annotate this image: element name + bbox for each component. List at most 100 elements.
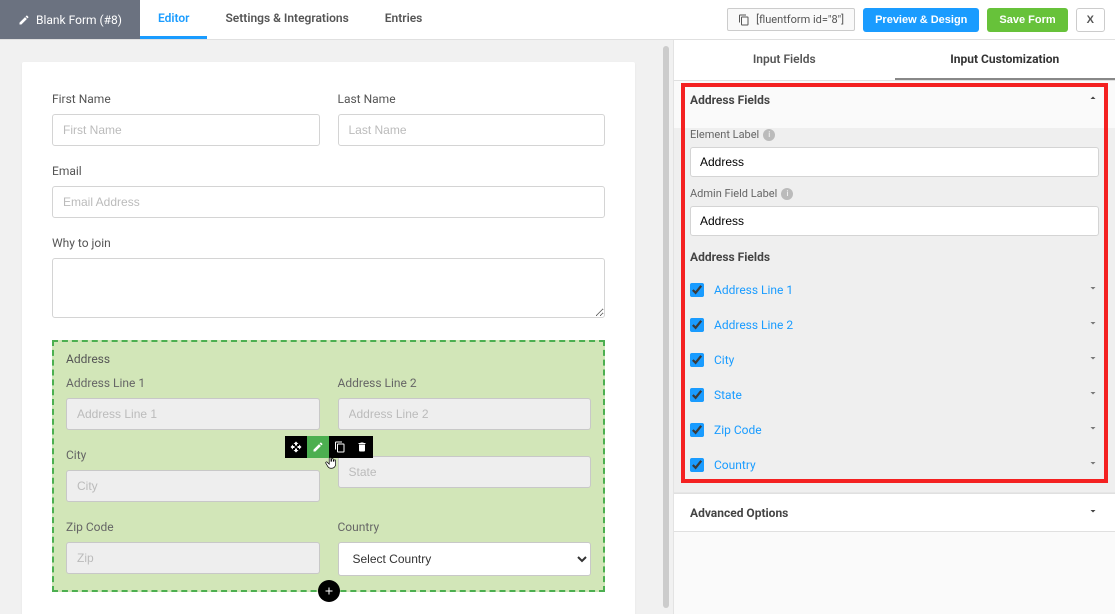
first-name-label: First Name: [52, 92, 320, 106]
first-name-field: First Name: [52, 92, 320, 146]
top-bar-left: Blank Form (#8) Editor Settings & Integr…: [0, 0, 440, 39]
address-field-checkbox[interactable]: [690, 388, 704, 402]
tab-input-fields[interactable]: Input Fields: [674, 40, 895, 80]
last-name-input[interactable]: [338, 114, 606, 146]
address-field-link[interactable]: City: [714, 353, 1077, 367]
sidebar-tabs: Input Fields Input Customization: [674, 40, 1115, 81]
address-fields-subheading: Address Fields: [690, 250, 1099, 264]
info-icon[interactable]: i: [781, 188, 793, 200]
copy-icon: [334, 441, 346, 453]
edit-button[interactable]: [307, 436, 329, 458]
copy-button[interactable]: [329, 436, 351, 458]
pencil-icon: [18, 14, 30, 26]
main-wrap: First Name Last Name Email Why to join A…: [0, 40, 1115, 614]
why-textarea[interactable]: [52, 258, 605, 318]
add-field-button[interactable]: [318, 580, 340, 602]
tab-input-customization[interactable]: Input Customization: [895, 40, 1115, 80]
address-field-row: Country: [690, 447, 1099, 482]
pencil-icon: [312, 441, 324, 453]
copy-icon: [738, 14, 750, 26]
top-bar: Blank Form (#8) Editor Settings & Integr…: [0, 0, 1115, 40]
address-field-row: Address Line 2: [690, 307, 1099, 342]
last-name-field: Last Name: [338, 92, 606, 146]
element-label-input[interactable]: [690, 147, 1099, 177]
plus-icon: [323, 585, 335, 597]
zip-label: Zip Code: [66, 520, 320, 534]
block-toolbar: [285, 436, 373, 458]
info-icon[interactable]: i: [763, 129, 775, 141]
tab-entries[interactable]: Entries: [367, 0, 441, 39]
address-field-link[interactable]: State: [714, 388, 1077, 402]
address-field-checkbox[interactable]: [690, 458, 704, 472]
top-bar-right: [fluentform id="8"] Preview & Design Sav…: [727, 8, 1115, 32]
last-name-label: Last Name: [338, 92, 606, 106]
address-line2-label: Address Line 2: [338, 376, 592, 390]
admin-label-input[interactable]: [690, 206, 1099, 236]
country-select[interactable]: Select Country: [338, 542, 592, 576]
panel-advanced: Advanced Options: [674, 493, 1115, 532]
email-field: Email: [52, 164, 605, 218]
form-name-text: Blank Form (#8): [36, 13, 122, 27]
editor-column: First Name Last Name Email Why to join A…: [0, 40, 657, 614]
country-label: Country: [338, 520, 592, 534]
why-field: Why to join: [52, 236, 605, 322]
shortcode-box[interactable]: [fluentform id="8"]: [727, 8, 855, 31]
city-input[interactable]: [66, 470, 320, 502]
city-label: City: [66, 448, 320, 462]
panel-advanced-title: Advanced Options: [690, 506, 788, 520]
sidebar: Input Fields Input Customization Address…: [673, 40, 1115, 614]
panel-address-title: Address Fields: [690, 93, 770, 107]
chevron-down-icon[interactable]: [1087, 387, 1099, 402]
email-input[interactable]: [52, 186, 605, 218]
delete-button[interactable]: [351, 436, 373, 458]
shortcode-text: [fluentform id="8"]: [756, 13, 844, 26]
first-name-input[interactable]: [52, 114, 320, 146]
why-label: Why to join: [52, 236, 605, 250]
address-line1-input[interactable]: [66, 398, 320, 430]
address-field-row: Zip Code: [690, 412, 1099, 447]
element-label-caption: Element Label i: [690, 128, 1099, 141]
address-field-link[interactable]: Zip Code: [714, 423, 1077, 437]
address-block[interactable]: Address Address Line 1 Address Line 2 Ci…: [52, 340, 605, 592]
tab-editor[interactable]: Editor: [140, 0, 208, 39]
chevron-down-icon[interactable]: [1087, 317, 1099, 332]
address-field-checkbox[interactable]: [690, 423, 704, 437]
address-line1-label: Address Line 1: [66, 376, 320, 390]
address-title: Address: [66, 352, 591, 366]
address-fields-list: Address Line 1 Address Line 2 City State Zip…: [690, 272, 1099, 482]
address-field-link[interactable]: Country: [714, 458, 1077, 472]
chevron-down-icon: [1087, 505, 1099, 520]
email-label: Email: [52, 164, 605, 178]
panel-address-header[interactable]: Address Fields: [674, 81, 1115, 118]
chevron-down-icon[interactable]: [1087, 352, 1099, 367]
address-field-link[interactable]: Address Line 1: [714, 283, 1077, 297]
address-field-row: State: [690, 377, 1099, 412]
panel-address-body: Element Label i Admin Field Label i Addr…: [674, 128, 1115, 492]
panel-advanced-header[interactable]: Advanced Options: [674, 494, 1115, 531]
chevron-up-icon: [1087, 92, 1099, 107]
panel-address-fields: Address Fields Element Label i Admin Fie…: [674, 81, 1115, 493]
preview-button[interactable]: Preview & Design: [863, 8, 979, 32]
address-field-checkbox[interactable]: [690, 283, 704, 297]
trash-icon: [356, 441, 368, 453]
address-line2-input[interactable]: [338, 398, 592, 430]
address-field-checkbox[interactable]: [690, 318, 704, 332]
address-field-checkbox[interactable]: [690, 353, 704, 367]
save-button[interactable]: Save Form: [987, 8, 1067, 32]
chevron-down-icon[interactable]: [1087, 422, 1099, 437]
close-button[interactable]: X: [1076, 8, 1105, 32]
chevron-down-icon[interactable]: [1087, 282, 1099, 297]
move-button[interactable]: [285, 436, 307, 458]
move-icon: [290, 441, 302, 453]
address-field-row: Address Line 1: [690, 272, 1099, 307]
panel-drag-handle[interactable]: [657, 40, 673, 614]
zip-input[interactable]: [66, 542, 320, 574]
chevron-down-icon[interactable]: [1087, 457, 1099, 472]
tab-settings[interactable]: Settings & Integrations: [207, 0, 366, 39]
address-field-row: City: [690, 342, 1099, 377]
form-canvas: First Name Last Name Email Why to join A…: [22, 62, 635, 614]
admin-label-caption: Admin Field Label i: [690, 187, 1099, 200]
address-field-link[interactable]: Address Line 2: [714, 318, 1077, 332]
form-name-tab[interactable]: Blank Form (#8): [0, 0, 140, 39]
state-input[interactable]: [338, 456, 592, 488]
